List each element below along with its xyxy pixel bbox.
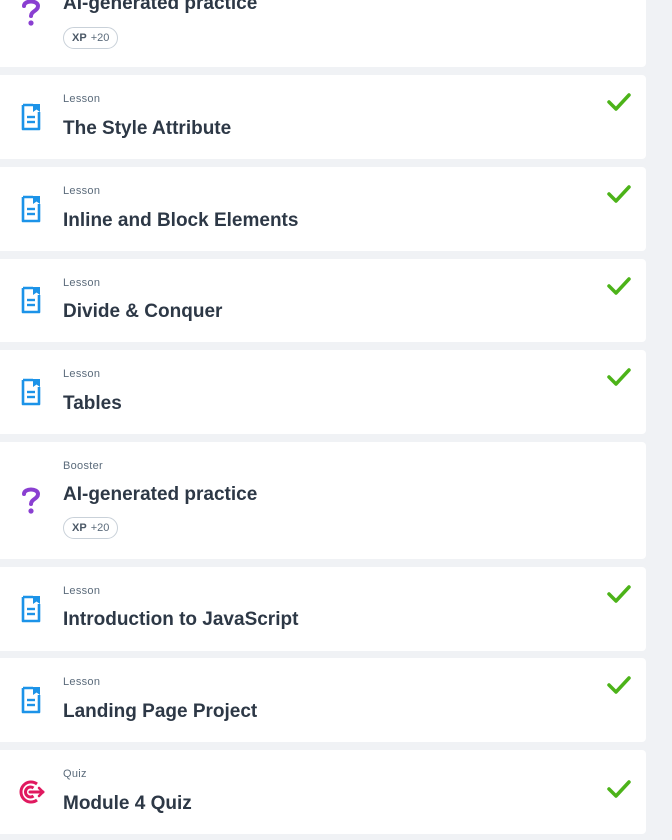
item-kind: Lesson bbox=[63, 185, 101, 197]
check-icon bbox=[607, 368, 631, 386]
item-title: Module 4 Quiz bbox=[63, 793, 192, 814]
item-kind: Lesson bbox=[63, 368, 101, 380]
list-item-lesson[interactable]: Lesson Inline and Block Elements bbox=[0, 167, 646, 251]
item-kind: Lesson bbox=[63, 676, 101, 688]
lesson-document-icon bbox=[16, 194, 46, 224]
list-item-booster[interactable]: AI-generated practice XP +20 bbox=[0, 0, 646, 67]
item-title: Divide & Conquer bbox=[63, 301, 223, 322]
xp-value: +20 bbox=[90, 522, 110, 534]
list-item-lesson[interactable]: Lesson Landing Page Project bbox=[0, 658, 646, 742]
item-title: AI-generated practice bbox=[63, 484, 258, 505]
item-kind: Quiz bbox=[63, 768, 87, 780]
item-kind: Lesson bbox=[63, 277, 101, 289]
list-item-lesson[interactable]: Lesson Tables bbox=[0, 350, 646, 434]
item-title: AI-generated practice bbox=[63, 0, 258, 14]
xp-value: +20 bbox=[90, 32, 110, 44]
item-title: Tables bbox=[63, 393, 122, 414]
check-icon bbox=[607, 780, 631, 798]
item-kind: Lesson bbox=[63, 585, 101, 597]
xp-label: XP bbox=[72, 32, 87, 44]
list-item-lesson[interactable]: Lesson The Style Attribute bbox=[0, 75, 646, 159]
xp-label: XP bbox=[72, 522, 87, 534]
list-item-quiz[interactable]: Quiz Module 4 Quiz bbox=[0, 750, 646, 834]
item-title: Inline and Block Elements bbox=[63, 210, 299, 231]
check-icon bbox=[607, 277, 631, 295]
scrollbar-track[interactable] bbox=[647, 0, 672, 840]
item-kind: Booster bbox=[63, 460, 104, 472]
item-title: Introduction to JavaScript bbox=[63, 609, 299, 630]
item-kind: Lesson bbox=[63, 93, 101, 105]
lesson-feed: AI-generated practice XP +20 Lesson The … bbox=[0, 0, 672, 840]
target-icon bbox=[16, 777, 46, 807]
question-mark-icon bbox=[16, 485, 46, 515]
question-mark-icon bbox=[16, 0, 46, 27]
item-title: Landing Page Project bbox=[63, 701, 258, 722]
lesson-document-icon bbox=[16, 594, 46, 624]
lesson-document-icon bbox=[16, 285, 46, 315]
lesson-document-icon bbox=[16, 377, 46, 407]
list-item-lesson[interactable]: Lesson Divide & Conquer bbox=[0, 259, 646, 342]
xp-badge: XP +20 bbox=[63, 517, 119, 539]
check-icon bbox=[607, 676, 631, 694]
list-item-booster[interactable]: Booster AI-generated practice XP +20 bbox=[0, 442, 646, 559]
xp-badge: XP +20 bbox=[63, 27, 119, 49]
item-title: The Style Attribute bbox=[63, 118, 232, 139]
check-icon bbox=[607, 93, 631, 111]
check-icon bbox=[607, 585, 631, 603]
list-item-lesson[interactable]: Lesson Introduction to JavaScript bbox=[0, 567, 646, 651]
lesson-document-icon bbox=[16, 685, 46, 715]
lesson-document-icon bbox=[16, 102, 46, 132]
check-icon bbox=[607, 185, 631, 203]
